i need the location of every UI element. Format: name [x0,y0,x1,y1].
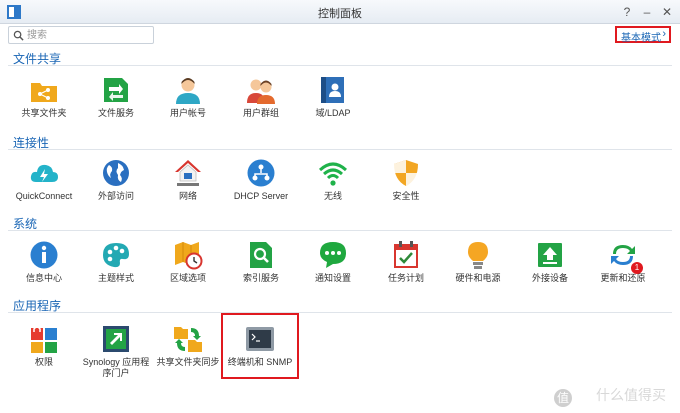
item-group[interactable]: 用户群组 [225,75,297,119]
item-terminal-snmp[interactable]: 终端机和 SNMP [221,313,299,379]
window-title: 控制面板 [318,8,362,20]
item-label: 共享文件夹 [21,108,67,118]
item-label: 网络 [178,191,197,201]
item-user[interactable]: 用户帐号 [152,75,224,119]
item-label: 信息中心 [25,273,62,283]
item-label: 用户群组 [242,108,279,118]
item-task-scheduler[interactable]: 任务计划 [370,240,442,284]
item-privileges[interactable]: 权限 [8,324,80,368]
bulb-icon [468,242,488,269]
search-icon [13,30,24,41]
app-portal-icon [103,326,129,352]
update-badge: 1 [631,262,643,274]
item-regional-options[interactable]: 区域选项 [152,240,224,284]
upload-icon [538,243,562,267]
item-network[interactable]: 网络 [152,158,224,202]
section-divider [8,149,672,150]
cloud-icon [30,164,58,182]
network-house-icon [175,160,201,186]
minimize-button[interactable]: – [640,5,654,19]
item-label: Synology 应用程序门户 [82,357,150,378]
user-icon [176,78,200,104]
item-file-services[interactable]: 文件服务 [80,75,152,119]
shield-icon [394,160,418,186]
dhcp-icon [247,159,275,187]
chevron-right-icon: › [662,28,666,40]
file-services-icon [104,78,128,102]
item-dhcp-server[interactable]: DHCP Server [225,158,297,202]
help-button[interactable]: ? [620,5,634,19]
item-app-portal[interactable]: Synology 应用程序门户 [80,324,152,379]
terminal-icon [246,327,274,351]
globe-icon [103,160,129,186]
item-label: 用户帐号 [169,108,206,118]
item-label: 外接设备 [531,273,568,283]
item-external-devices[interactable]: 外接设备 [514,240,586,284]
privileges-icon [31,326,57,353]
basic-mode-button[interactable]: 基本模式 › [615,26,671,44]
item-label: 外部访问 [97,191,134,201]
watermark-logo: 值 [554,389,572,407]
share-folder-icon [31,83,57,102]
watermark-text: 什么值得买 [596,387,666,403]
item-shared-folder[interactable]: 共享文件夹 [8,75,80,119]
item-label: DHCP Server [233,191,289,201]
item-label: 共享文件夹同步 [156,357,220,367]
search-input[interactable] [27,28,149,42]
item-label: 任务计划 [387,273,424,283]
folder-sync-icon [174,327,202,352]
section-divider [8,312,672,313]
item-shared-folder-sync[interactable]: 共享文件夹同步 [152,324,224,368]
wifi-icon [318,162,348,186]
item-info-center[interactable]: 信息中心 [8,240,80,284]
item-label: 更新和还原 [600,273,646,283]
index-search-icon [250,242,272,268]
item-external-access[interactable]: 外部访问 [80,158,152,202]
section-divider [8,230,672,231]
item-label: 权限 [34,357,53,367]
item-label: 文件服务 [97,108,134,118]
info-icon [30,241,58,269]
region-clock-icon [175,242,203,270]
search-box[interactable] [8,26,154,44]
item-label: 通知设置 [314,273,351,283]
basic-mode-label: 基本模式 [621,33,661,44]
item-label: 硬件和电源 [455,273,501,283]
item-label: 无线 [323,191,342,201]
item-label: 主题样式 [97,273,134,283]
chat-icon [320,242,346,268]
item-wireless[interactable]: 无线 [297,158,369,202]
item-label: 安全性 [392,191,420,201]
item-security[interactable]: 安全性 [370,158,442,202]
item-ldap[interactable]: 域/LDAP [297,75,369,119]
item-indexing-service[interactable]: 索引服务 [225,240,297,284]
calendar-check-icon [394,241,418,268]
item-label: 索引服务 [242,273,279,283]
section-divider [8,65,672,66]
ldap-icon [321,77,344,103]
item-quickconnect[interactable]: QuickConnect [8,158,80,202]
title-bar: 控制面板 ? – ✕ [0,0,680,24]
item-label: 区域选项 [169,273,206,283]
group-icon [247,79,275,104]
item-update-restore[interactable]: 更新和还原 [587,240,659,284]
item-notification[interactable]: 通知设置 [297,240,369,284]
item-hardware-power[interactable]: 硬件和电源 [442,240,514,284]
item-label: 域/LDAP [315,108,351,118]
item-theme[interactable]: 主题样式 [80,240,152,284]
close-button[interactable]: ✕ [660,5,674,19]
item-label: QuickConnect [15,191,73,201]
palette-icon [103,243,129,268]
item-label: 终端机和 SNMP [227,357,293,367]
